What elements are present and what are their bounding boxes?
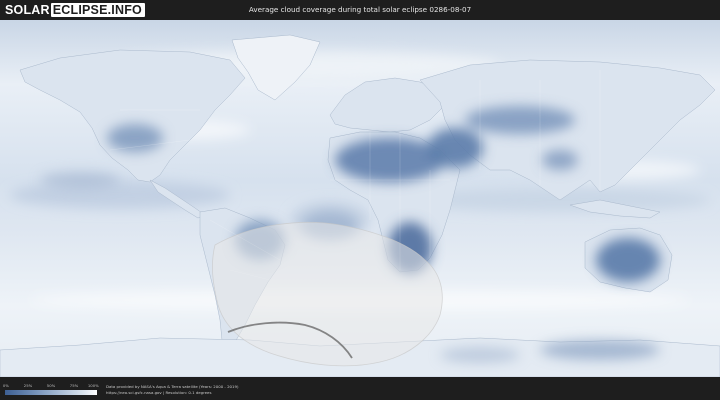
credits-line-2: https://neo.sci.gsfc.nasa.gov | Resoluti… bbox=[106, 390, 212, 395]
legend-ticks: 0% 25% 50% 75% 100% bbox=[2, 383, 99, 389]
north-america-clear-region bbox=[107, 124, 163, 152]
legend-tick-100: 100% bbox=[87, 383, 99, 388]
arabia-clear-region bbox=[427, 128, 483, 168]
legend-tick-25: 25% bbox=[23, 383, 33, 388]
tibet-clear-region bbox=[542, 150, 578, 170]
central-asia-clear-region bbox=[465, 106, 575, 134]
cloud-coverage-map bbox=[0, 20, 720, 377]
legend-tick-50: 50% bbox=[46, 383, 56, 388]
cloud-coverage-legend: 0% 25% 50% 75% 100% bbox=[2, 383, 99, 395]
legend-color-bar bbox=[5, 390, 97, 395]
header-bar: SOLAR ECLIPSE.INFO Average cloud coverage… bbox=[0, 0, 720, 20]
legend-tick-75: 75% bbox=[69, 383, 79, 388]
australia-clear-region bbox=[596, 238, 660, 282]
page-title: Average cloud coverage during total sola… bbox=[248, 5, 472, 14]
legend-tick-0: 0% bbox=[2, 383, 9, 388]
world-map-svg bbox=[0, 20, 720, 377]
data-credits: Data provided by NASA's Aqua & Terra sat… bbox=[106, 384, 239, 396]
